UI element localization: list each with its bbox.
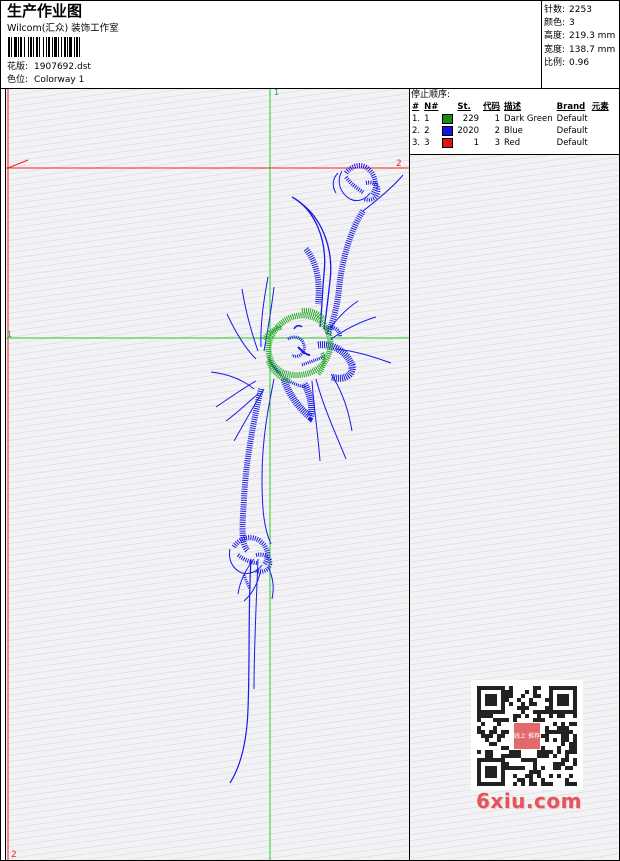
blue-stitches — [210, 174, 404, 784]
col-number: N# — [424, 102, 439, 112]
barcode — [8, 37, 80, 57]
watermark-logo: 6xiu.com — [476, 789, 582, 813]
table-row[interactable]: 3. 3 1 3 Red Default — [410, 137, 611, 149]
qr-code: 线上 推荐 — [471, 680, 583, 790]
design-file-label: 花版: — [7, 62, 29, 72]
stat-width: 宽度: 138.7 mm — [544, 44, 616, 55]
colorway-value: Colorway 1 — [34, 75, 85, 85]
col-brand: Brand — [556, 102, 586, 112]
color-swatch — [442, 113, 454, 124]
marker-left-1: 1 — [7, 330, 12, 339]
stat-scale: 比例: 0.96 — [544, 57, 590, 68]
col-stitches: St. — [457, 102, 471, 112]
col-description: 描述 — [504, 102, 522, 112]
col-swatch — [440, 101, 455, 113]
colorway-line: 色位: Colorway 1 — [7, 75, 84, 86]
design-file-line: 花版: 1907692.dst — [7, 62, 91, 73]
bud-top-right — [332, 163, 381, 202]
frame-left — [0, 0, 1, 861]
design-canvas[interactable]: 1 1 2 2 — [6, 89, 409, 860]
marker-bottom-2: 2 — [11, 850, 17, 860]
col-element: 元素 — [591, 102, 609, 112]
stats-divider — [541, 0, 542, 88]
flower-center-detail — [287, 324, 311, 358]
color-swatch — [442, 137, 454, 148]
stop-sequence-panel: 停止顺序: # N# St. 代码 描述 Brand 元素 1. 1 229 1… — [410, 89, 619, 155]
stat-stitches: 针数: 2253 — [544, 5, 592, 15]
qr-badge-text: 线上 推荐 — [514, 732, 540, 740]
red-start-tick — [7, 159, 29, 169]
design-file-value: 1907692.dst — [34, 62, 91, 72]
col-index: # — [412, 102, 420, 112]
color-sequence-table: # N# St. 代码 描述 Brand 元素 1. 1 229 1 Dark … — [410, 101, 611, 149]
col-code: 代码 — [483, 102, 501, 112]
company-name: Wilcom(汇众) 装饰工作室 — [7, 23, 119, 34]
stop-sequence-title: 停止顺序: — [411, 90, 451, 100]
color-swatch — [442, 125, 454, 136]
page-title: 生产作业图 — [7, 2, 83, 20]
stat-height: 高度: 219.3 mm — [544, 31, 616, 42]
embroidery-drawing: 1 1 2 2 — [6, 89, 409, 860]
marker-top-1: 1 — [274, 89, 279, 97]
frame-top — [0, 0, 620, 1]
table-header-row: # N# St. 代码 描述 Brand 元素 — [410, 101, 611, 113]
stats-panel: 针数: 2253 颜色: 3 高度: 219.3 mm 宽度: 138.7 mm 比例:… — [544, 4, 615, 70]
colorway-label: 色位: — [7, 75, 29, 85]
table-row[interactable]: 1. 1 229 1 Dark Green Default — [410, 113, 611, 125]
stat-colors: 颜色: 3 — [544, 18, 575, 29]
marker-right-2: 2 — [396, 159, 402, 169]
table-row[interactable]: 2. 2 2020 2 Blue Default — [410, 125, 611, 137]
